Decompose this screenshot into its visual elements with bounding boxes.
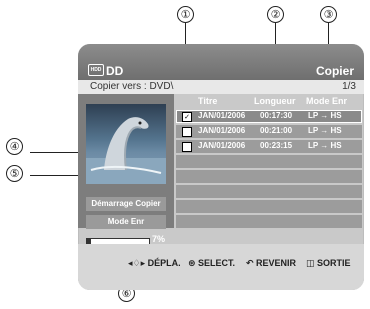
copy-screen: HDD DD Copier Copier vers : DVD\ 1/3 Dém… [78, 44, 364, 290]
exit-hint: ◫ SORTIE [306, 258, 351, 268]
progress-percent: 7% [152, 234, 166, 244]
callout-5: ⑤ [6, 165, 23, 182]
empty-row [176, 170, 362, 183]
row-length: 00:21:00 [260, 126, 293, 135]
screen-title: Copier [315, 64, 354, 78]
row-mode: LP → HS [308, 111, 342, 120]
row-mode: LP → HS [308, 126, 342, 135]
checkbox[interactable] [182, 142, 192, 152]
callout-3: ③ [320, 6, 337, 23]
select-hint: ⊛ SELECT. [188, 258, 236, 268]
page-indicator: 1/3 [342, 81, 356, 92]
row-date: JAN/01/2006 [198, 141, 246, 150]
thumbnail-image [86, 104, 166, 184]
dolphin-icon [86, 117, 166, 184]
title-table: Titre Longueur Mode Enr ✓ JAN/01/2006 00… [176, 94, 362, 228]
table-row[interactable]: JAN/01/2006 00:21:00 LP → HS [176, 125, 362, 138]
header-length: Longueur [254, 96, 296, 106]
row-date: JAN/01/2006 [198, 126, 246, 135]
checkbox[interactable] [182, 127, 192, 137]
row-mode: LP → HS [308, 141, 342, 150]
left-panel: Démarrage Copier Mode Enr 7% [78, 94, 174, 246]
header-title: Titre [198, 96, 218, 106]
table-row[interactable]: ✓ JAN/01/2006 00:17:30 LP → HS [176, 110, 362, 123]
title-bar: HDD DD Copier [78, 44, 364, 80]
footer: ◂♢▸ DÉPLA. ⊛ SELECT. ↶ REVENIR ◫ SORTIE [78, 244, 364, 290]
back-hint: ↶ REVENIR [246, 258, 297, 268]
row-length: 00:17:30 [260, 111, 293, 120]
hdd-icon: HDD [88, 64, 104, 76]
source-title: DD [106, 64, 124, 78]
move-hint: ◂♢▸ DÉPLA. [128, 258, 181, 268]
copy-destination: Copier vers : DVD\ [90, 81, 174, 92]
empty-row [176, 185, 362, 198]
callout-1: ① [177, 6, 194, 23]
empty-row [176, 215, 362, 228]
table-header: Titre Longueur Mode Enr [176, 94, 362, 108]
record-mode-button[interactable]: Mode Enr [86, 215, 166, 229]
sub-bar: Copier vers : DVD\ 1/3 [78, 80, 364, 94]
header-mode: Mode Enr [306, 96, 348, 106]
row-length: 00:23:15 [260, 141, 293, 150]
callout-2: ② [267, 6, 284, 23]
row-date: JAN/01/2006 [198, 111, 246, 120]
empty-row [176, 155, 362, 168]
checkbox[interactable]: ✓ [182, 112, 192, 122]
callout-4: ④ [6, 138, 23, 155]
table-row[interactable]: JAN/01/2006 00:23:15 LP → HS [176, 140, 362, 153]
start-copy-button[interactable]: Démarrage Copier [86, 197, 166, 211]
empty-row [176, 200, 362, 213]
